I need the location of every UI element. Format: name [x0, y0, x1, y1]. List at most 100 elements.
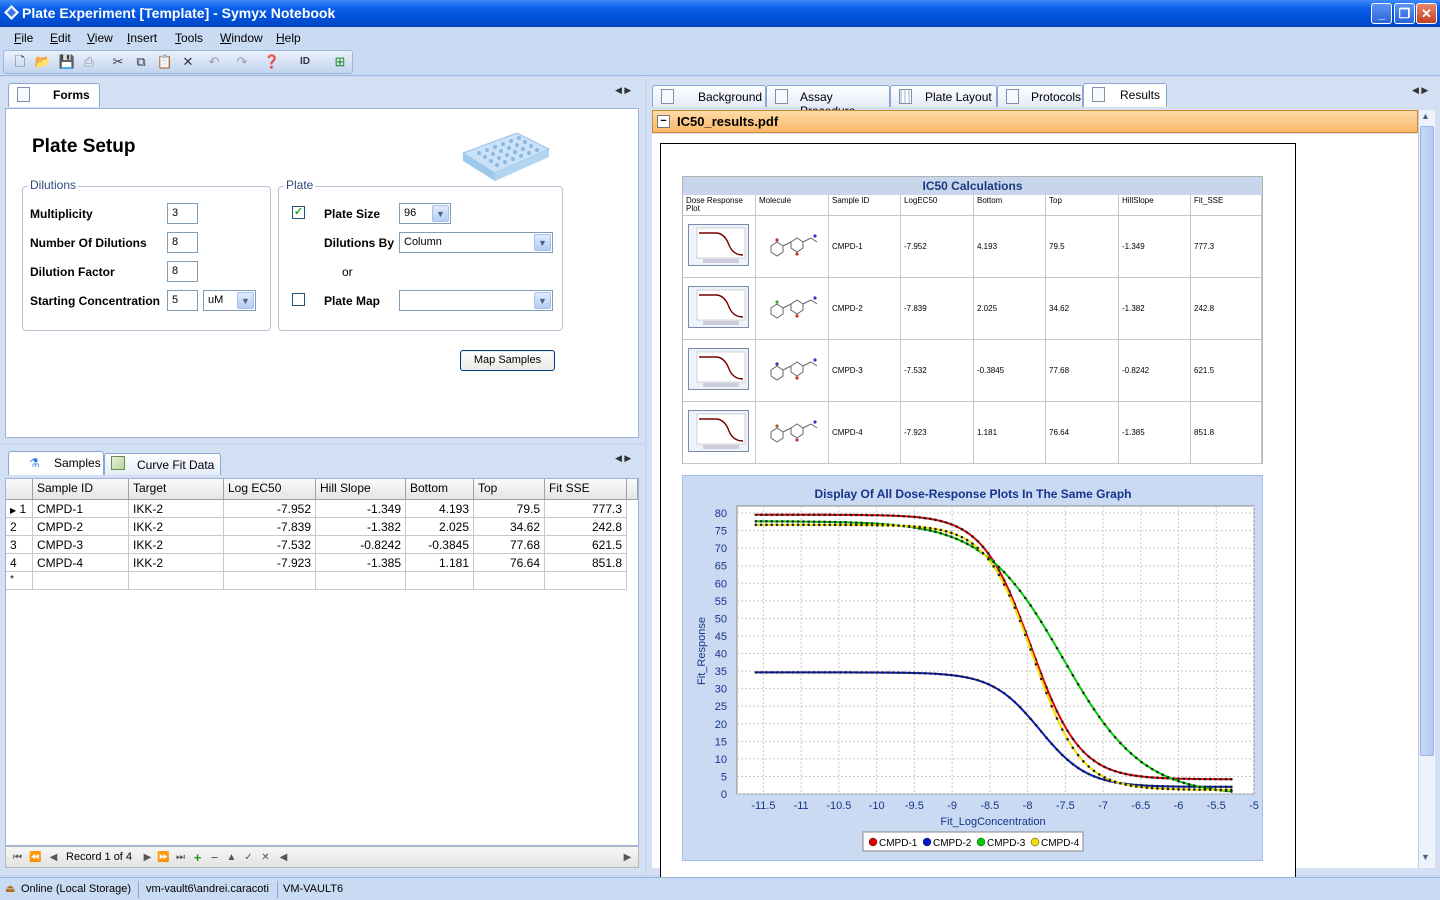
first-page-icon[interactable]: ⏮ [10, 850, 25, 865]
cell-sample-id[interactable]: CMPD-4 [33, 554, 129, 572]
cell-log-ec50[interactable]: -7.952 [224, 500, 316, 518]
plate-map-select[interactable]: ▼ [399, 290, 553, 311]
column-header[interactable]: Sample ID [33, 479, 129, 500]
next-page-icon[interactable]: ⏩ [156, 850, 171, 865]
tab-forms[interactable]: Forms [8, 83, 100, 107]
results-section-header[interactable]: − IC50_results.pdf [652, 110, 1418, 133]
minimize-button[interactable]: _ [1371, 3, 1392, 24]
add-icon[interactable]: + [190, 850, 205, 865]
tab-scroll-arrows[interactable]: ◀ ▶ [615, 85, 631, 96]
menu-help[interactable]: Help [276, 31, 301, 45]
cell-sample-id[interactable]: CMPD-2 [33, 518, 129, 536]
cell-hill-slope[interactable]: -1.349 [316, 500, 406, 518]
help-icon[interactable]: ❓ [263, 53, 281, 71]
column-header[interactable]: Log EC50 [224, 479, 316, 500]
cell-log-ec50[interactable]: -7.532 [224, 536, 316, 554]
plate-size-checkbox[interactable]: ✓ [292, 206, 305, 219]
dilutions-by-select[interactable]: Column ▼ [399, 232, 553, 253]
plate-map-checkbox[interactable] [292, 293, 305, 306]
menu-window[interactable]: Window [220, 31, 263, 45]
chevron-down-icon[interactable]: ▼ [534, 292, 551, 309]
menu-edit[interactable]: Edit [50, 31, 71, 45]
cell-sample-id[interactable]: CMPD-3 [33, 536, 129, 554]
id-icon[interactable]: ID [296, 53, 314, 71]
scrollbar-thumb[interactable] [1420, 126, 1434, 756]
column-header[interactable]: Target [129, 479, 224, 500]
cell-target[interactable]: IKK-2 [129, 536, 224, 554]
cell-sample-id[interactable]: CMPD-1 [33, 500, 129, 518]
print-icon[interactable]: ⎙ [80, 53, 98, 71]
vertical-scrollbar[interactable]: ▲ ▼ [1418, 110, 1435, 868]
confirm-icon[interactable]: ✓ [241, 850, 256, 865]
menu-tools[interactable]: Tools [175, 31, 203, 45]
num-dilutions-input[interactable]: 8 [167, 232, 198, 253]
next-record-icon[interactable]: ▶ [140, 850, 155, 865]
scroll-down-icon[interactable]: ▼ [1421, 852, 1430, 862]
column-header[interactable]: Bottom [406, 479, 474, 500]
tab-results[interactable]: Results [1083, 83, 1167, 107]
cell-top[interactable]: 34.62 [474, 518, 545, 536]
restore-button[interactable]: ❐ [1394, 3, 1415, 24]
cell-target[interactable]: IKK-2 [129, 518, 224, 536]
collapse-icon[interactable]: − [657, 115, 670, 128]
tab-plate-layout[interactable]: Plate Layout [890, 85, 997, 107]
cell-fit-sse[interactable]: 242.8 [545, 518, 627, 536]
cell-target[interactable]: IKK-2 [129, 554, 224, 572]
cell-fit-sse[interactable]: 621.5 [545, 536, 627, 554]
column-header[interactable]: Hill Slope [316, 479, 406, 500]
menu-view[interactable]: View [87, 31, 113, 45]
tab-assay-procedure[interactable]: Assay Procedure [766, 85, 890, 118]
cell-fit-sse[interactable]: 777.3 [545, 500, 627, 518]
cell-hill-slope[interactable]: -1.385 [316, 554, 406, 572]
cancel-icon[interactable]: ✕ [258, 850, 273, 865]
map-samples-button[interactable]: Map Samples [460, 350, 555, 371]
cell-log-ec50[interactable]: -7.839 [224, 518, 316, 536]
prev-record-icon[interactable]: ◀ [46, 850, 61, 865]
copy-icon[interactable]: ⧉ [132, 53, 150, 71]
paste-icon[interactable]: 📋 [156, 53, 174, 71]
column-header[interactable]: Top [474, 479, 545, 500]
cell-bottom[interactable]: -0.3845 [406, 536, 474, 554]
cell-log-ec50[interactable]: -7.923 [224, 554, 316, 572]
tab-scroll-arrows[interactable]: ◀ ▶ [615, 453, 631, 464]
save-icon[interactable]: 💾 [58, 53, 76, 71]
close-button[interactable]: ✕ [1416, 3, 1437, 24]
tab-background[interactable]: Background [652, 85, 766, 107]
cell-bottom[interactable]: 4.193 [406, 500, 474, 518]
delete-icon[interactable]: ✕ [179, 53, 197, 71]
menu-insert[interactable]: Insert [127, 31, 157, 45]
tab-samples[interactable]: ⚗ Samples [8, 451, 104, 475]
menu-file[interactable]: File [14, 31, 33, 45]
cell-top[interactable]: 76.64 [474, 554, 545, 572]
add-page-icon[interactable]: ⊞ [331, 53, 349, 71]
chevron-down-icon[interactable]: ▼ [237, 292, 254, 309]
cell-hill-slope[interactable]: -0.8242 [316, 536, 406, 554]
cell-target[interactable]: IKK-2 [129, 500, 224, 518]
scroll-up-icon[interactable]: ▲ [1421, 111, 1430, 121]
cell-hill-slope[interactable]: -1.382 [316, 518, 406, 536]
unit-select[interactable]: uM ▼ [203, 290, 256, 311]
scroll-right-icon[interactable]: ▶ [620, 850, 635, 865]
undo-icon[interactable]: ↶ [205, 53, 223, 71]
open-icon[interactable]: 📂 [34, 53, 52, 71]
column-header[interactable]: Fit SSE [545, 479, 627, 500]
multiplicity-input[interactable]: 3 [167, 203, 198, 224]
tab-scroll-arrows[interactable]: ◀ ▶ [1412, 85, 1428, 96]
dilution-factor-input[interactable]: 8 [167, 261, 198, 282]
starting-conc-input[interactable]: 5 [167, 290, 198, 311]
cell-top[interactable]: 79.5 [474, 500, 545, 518]
chevron-down-icon[interactable]: ▼ [534, 234, 551, 251]
scroll-left-icon[interactable]: ◀ [276, 850, 291, 865]
cell-bottom[interactable]: 2.025 [406, 518, 474, 536]
cell-top[interactable]: 77.68 [474, 536, 545, 554]
tab-protocols[interactable]: Protocols [997, 85, 1083, 107]
remove-icon[interactable]: − [207, 850, 222, 865]
tab-curve-fit-data[interactable]: Curve Fit Data [104, 453, 221, 475]
plate-size-select[interactable]: 96 ▼ [399, 203, 451, 224]
cell-fit-sse[interactable]: 851.8 [545, 554, 627, 572]
cell-bottom[interactable]: 1.181 [406, 554, 474, 572]
cut-icon[interactable]: ✂ [109, 53, 127, 71]
last-page-icon[interactable]: ⏭ [173, 850, 188, 865]
move-up-icon[interactable]: ▲ [224, 850, 239, 865]
redo-icon[interactable]: ↷ [233, 53, 251, 71]
